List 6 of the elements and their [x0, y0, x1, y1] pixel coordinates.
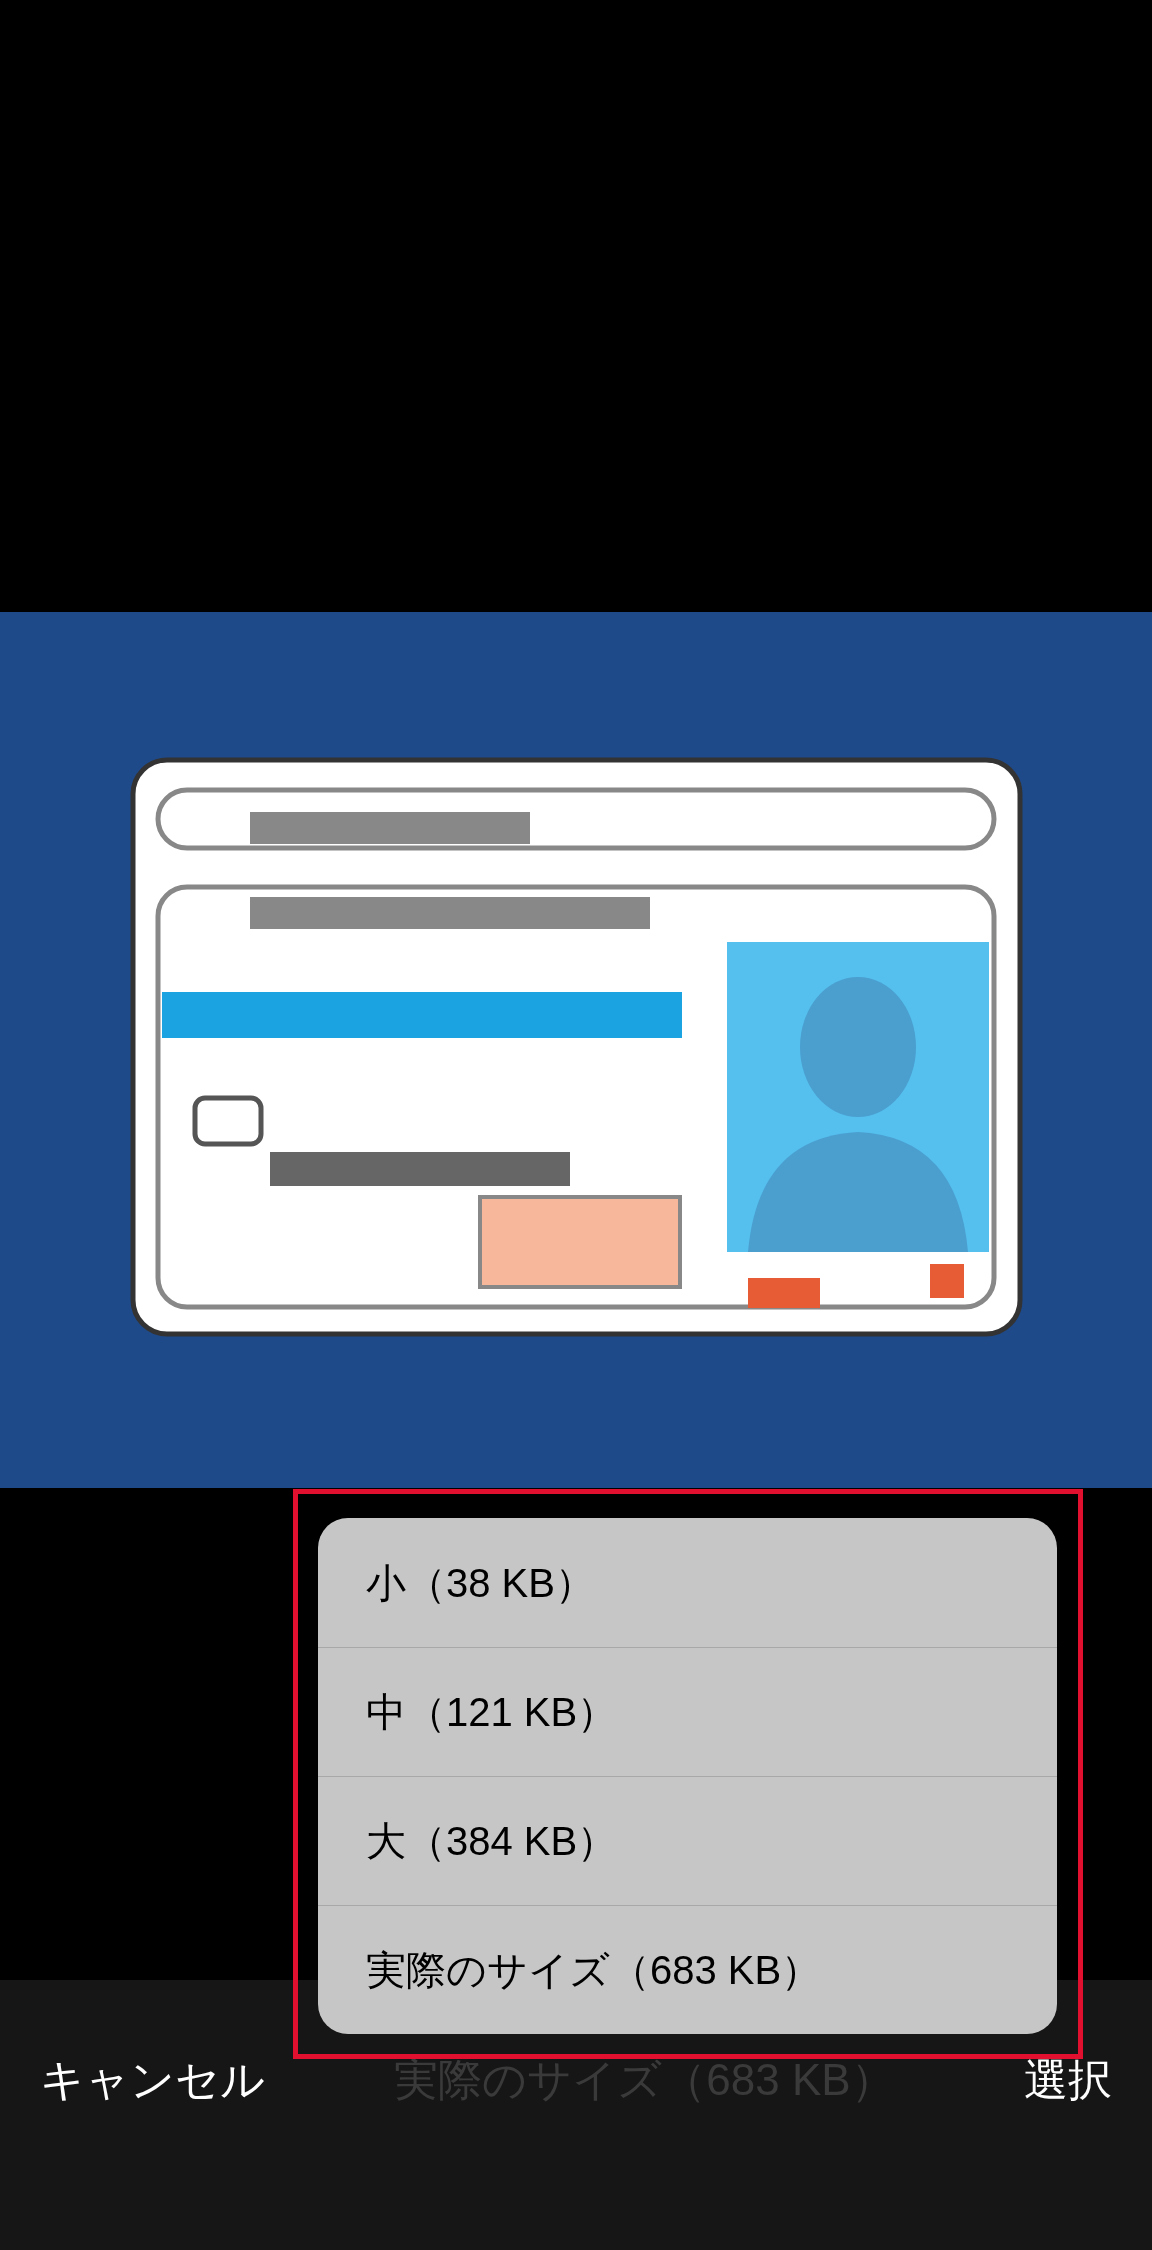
menu-item[interactable]: 中（121 KB） — [318, 1647, 1057, 1776]
menu-item[interactable]: 小（38 KB） — [318, 1518, 1057, 1647]
cancel-button[interactable]: キャンセル — [40, 2058, 265, 2102]
menu-item[interactable]: 大（384 KB） — [318, 1776, 1057, 1905]
select-button[interactable]: 選択 — [1024, 2058, 1112, 2102]
menu-item[interactable]: 実際のサイズ（683 KB） — [318, 1905, 1057, 2034]
